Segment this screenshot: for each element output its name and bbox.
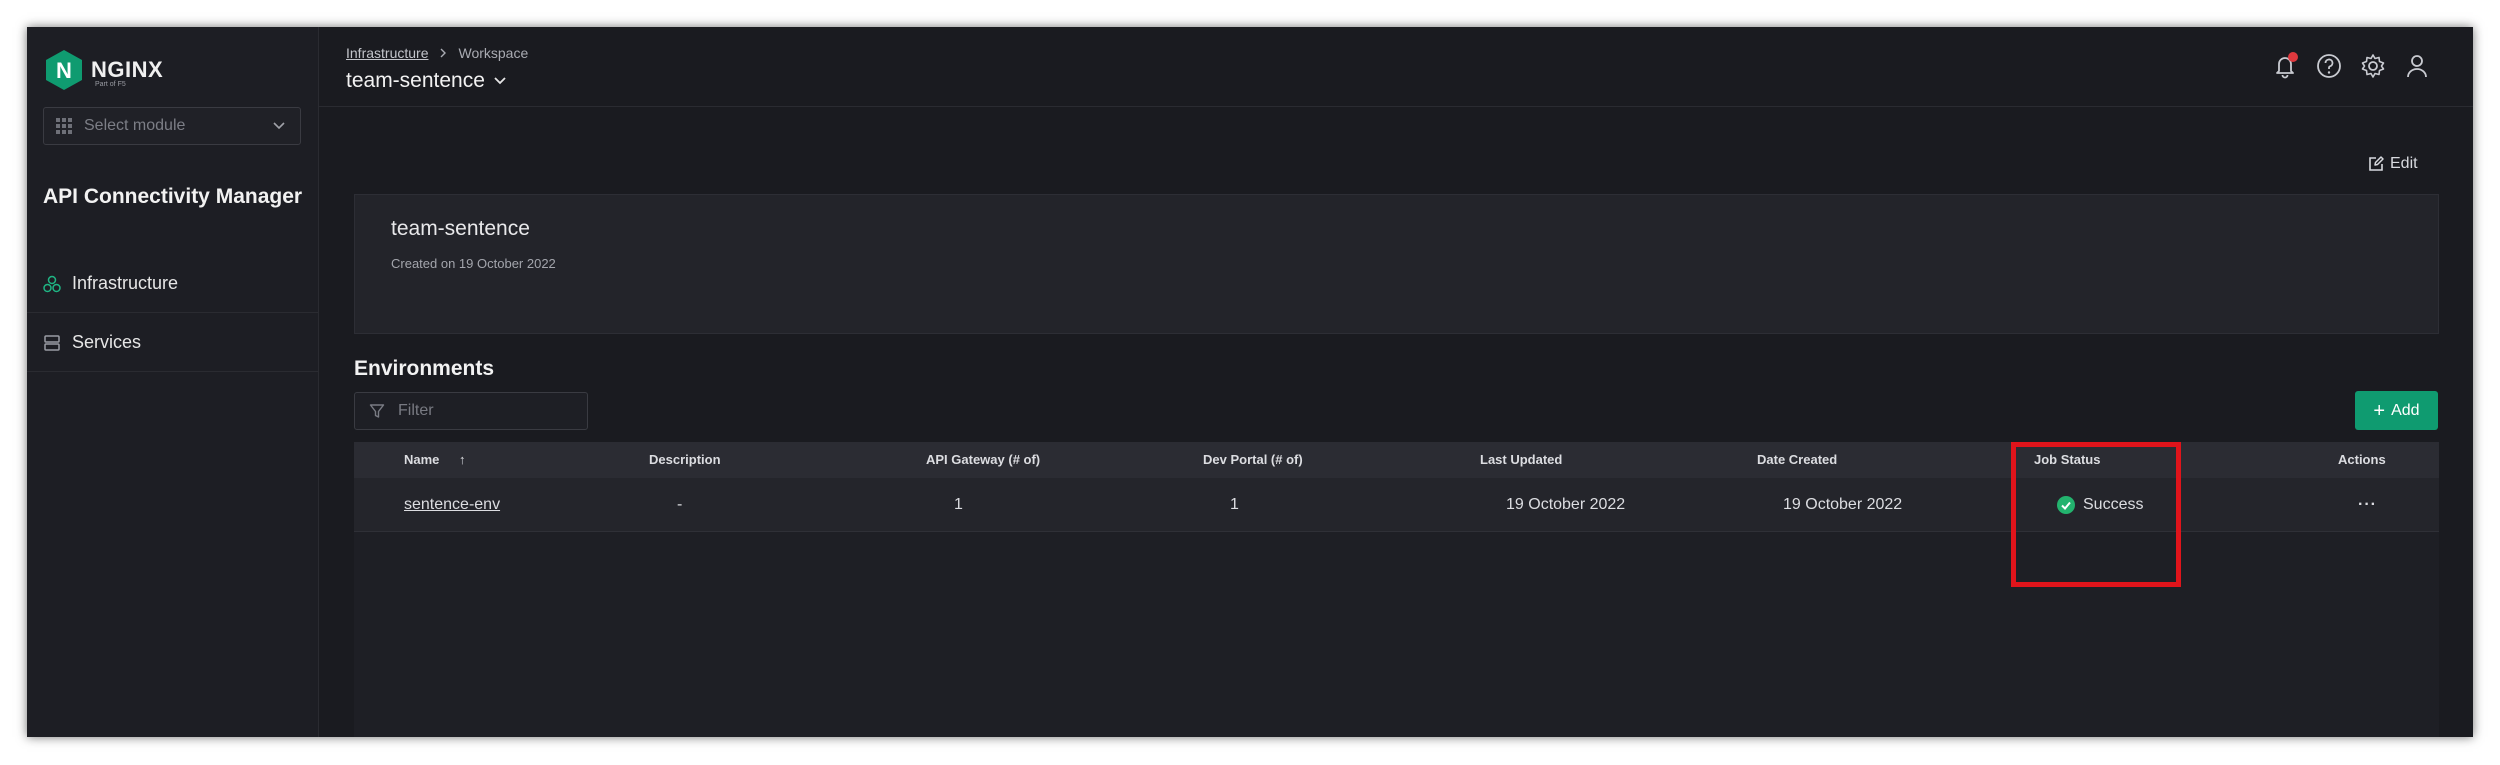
sidebar-item-infrastructure[interactable]: Infrastructure — [27, 255, 319, 313]
workspace-card: team-sentence Created on 19 October 2022 — [354, 194, 2439, 334]
breadcrumb-link-infrastructure[interactable]: Infrastructure — [346, 45, 428, 61]
user-icon — [2407, 55, 2427, 78]
svg-text:N: N — [56, 58, 72, 83]
sidebar: N NGINX Part of F5 Select module API Con… — [27, 27, 319, 737]
column-header-actions: Actions — [2338, 452, 2386, 467]
environment-api-gateway-count: 1 — [954, 496, 963, 513]
app-title: API Connectivity Manager — [43, 185, 303, 208]
notifications-button[interactable] — [2271, 52, 2299, 80]
column-header-dev-portal: Dev Portal (# of) — [1203, 452, 1303, 467]
environment-last-updated: 19 October 2022 — [1506, 496, 1626, 513]
notification-badge — [2288, 52, 2298, 62]
workspace-created-date: Created on 19 October 2022 — [391, 256, 556, 271]
sidebar-item-services[interactable]: Services — [27, 314, 319, 372]
user-menu-button[interactable] — [2403, 52, 2431, 80]
chevron-down-icon — [273, 122, 285, 130]
workspace-switcher[interactable]: team-sentence — [346, 69, 507, 93]
breadcrumb: Infrastructure Workspace — [346, 45, 528, 61]
nginx-logo[interactable]: N NGINX Part of F5 — [45, 49, 163, 91]
filter-placeholder: Filter — [398, 402, 434, 419]
infrastructure-icon — [43, 275, 61, 292]
column-header-name[interactable]: Name ↑ — [404, 442, 466, 478]
page-title: team-sentence — [346, 69, 485, 92]
sidebar-item-label: Services — [72, 332, 142, 352]
help-button[interactable] — [2315, 52, 2343, 80]
services-icon — [44, 334, 60, 351]
workspace-name: team-sentence — [391, 217, 530, 240]
column-header-description: Description — [649, 452, 721, 467]
module-select[interactable]: Select module — [43, 107, 301, 145]
job-status-highlight-box — [2011, 442, 2181, 587]
chevron-down-icon — [494, 77, 506, 85]
module-select-placeholder: Select module — [84, 117, 186, 134]
filter-input[interactable]: Filter — [354, 392, 588, 430]
plus-icon: + — [2373, 399, 2386, 422]
row-actions-menu[interactable]: ··· — [2358, 478, 2377, 532]
help-icon — [2317, 54, 2341, 78]
environment-date-created: 19 October 2022 — [1783, 496, 1903, 513]
brand-name: NGINX — [91, 57, 164, 82]
column-header-last-updated: Last Updated — [1480, 452, 1563, 467]
environment-dev-portal-count: 1 — [1230, 496, 1239, 513]
gear-icon — [2361, 54, 2385, 78]
edit-icon — [2369, 156, 2384, 171]
environments-heading: Environments — [354, 357, 495, 380]
environment-name-link[interactable]: sentence-env — [404, 478, 500, 532]
brand-subtitle: Part of F5 — [95, 81, 126, 88]
settings-button[interactable] — [2359, 52, 2387, 80]
top-bar: Infrastructure Workspace team-sentence — [319, 27, 2473, 107]
nginx-logo-icon: N — [46, 50, 82, 90]
chevron-right-icon — [440, 48, 447, 58]
header-icons — [2271, 52, 2431, 80]
filter-icon — [369, 404, 385, 418]
edit-label: Edit — [2390, 155, 2418, 172]
grid-icon — [56, 118, 72, 134]
column-header-date-created: Date Created — [1757, 452, 1838, 467]
sidebar-item-label: Infrastructure — [72, 273, 179, 293]
breadcrumb-current: Workspace — [458, 45, 529, 61]
column-header-api-gateway: API Gateway (# of) — [926, 452, 1041, 467]
app-window: N NGINX Part of F5 Select module API Con… — [27, 27, 2473, 737]
edit-button[interactable]: Edit — [2367, 155, 2418, 173]
environment-description: - — [677, 496, 683, 513]
sort-ascending-icon: ↑ — [459, 452, 466, 467]
add-label: Add — [2391, 401, 2420, 419]
add-environment-button[interactable]: + Add — [2355, 391, 2438, 430]
